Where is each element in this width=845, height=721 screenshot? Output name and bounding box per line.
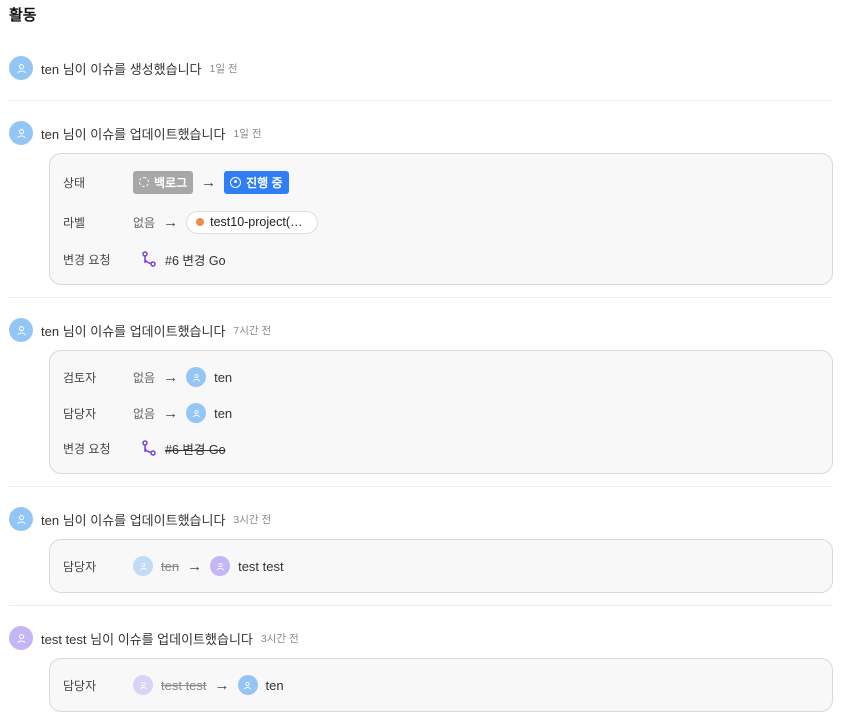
user-avatar-icon <box>210 556 231 576</box>
user-avatar-icon[interactable] <box>9 318 33 342</box>
actor-name[interactable]: ten <box>41 62 59 77</box>
user-chip[interactable]: ten <box>237 675 284 695</box>
activity-entry: ten 님이 이슈를 업데이트했습니다 3시간 전 <box>9 507 832 531</box>
divider <box>9 100 832 101</box>
status-badge-in-progress: 진행 중 <box>224 170 289 194</box>
timestamp: 3시간 전 <box>260 632 299 645</box>
change-row-merge-request: 변경 요청 #6 변경 Go <box>63 247 226 271</box>
user-chip[interactable]: ten <box>186 403 232 423</box>
user-avatar-icon <box>186 367 207 387</box>
action-text: 님이 이슈를 업데이트했습니다 <box>62 126 226 142</box>
user-avatar-icon <box>237 675 258 695</box>
divider <box>9 297 832 298</box>
timestamp: 1일 전 <box>209 62 238 75</box>
timestamp: 3시간 전 <box>233 513 272 526</box>
timestamp: 7시간 전 <box>233 324 272 337</box>
label-chip[interactable]: test10-project(oran… <box>186 210 319 234</box>
field-label: 상태 <box>63 175 86 190</box>
merge-request-icon <box>142 251 156 267</box>
old-value: 없음 <box>133 215 156 230</box>
activity-title: 활동 <box>9 7 37 24</box>
field-label: 검토자 <box>63 370 97 385</box>
arrow-icon: → <box>163 404 179 422</box>
change-card: 상태 백로그 → 진행 중 라벨 없음 → test10-project(ora… <box>49 153 833 285</box>
old-value: 없음 <box>133 370 156 385</box>
old-value: 없음 <box>133 406 156 421</box>
field-label: 담당자 <box>63 678 97 693</box>
user-avatar-icon[interactable] <box>9 121 33 145</box>
action-text: 님이 이슈를 업데이트했습니다 <box>90 631 253 647</box>
activity-entry: test test 님이 이슈를 업데이트했습니다 3시간 전 <box>9 626 832 650</box>
change-card: 검토자 없음 → ten 담당자 없음 → ten 변경 요청 #6 변경 Go <box>49 350 833 474</box>
old-user-chip[interactable]: ten <box>133 556 179 576</box>
action-text: 님이 이슈를 업데이트했습니다 <box>62 323 226 339</box>
arrow-icon: → <box>201 173 217 191</box>
divider <box>9 486 832 487</box>
change-row-label: 라벨 없음 → test10-project(oran… <box>63 210 319 234</box>
user-chip[interactable]: ten <box>186 367 232 387</box>
merge-request-icon <box>142 440 156 456</box>
merge-request-link[interactable]: #6 변경 Go <box>141 250 226 269</box>
target-circle-icon <box>230 176 242 188</box>
actor-name[interactable]: ten <box>41 324 59 339</box>
user-avatar-icon[interactable] <box>9 626 33 650</box>
arrow-icon: → <box>163 368 179 386</box>
field-label: 변경 요청 <box>63 252 111 267</box>
field-label: 담당자 <box>63 559 97 574</box>
actor-name[interactable]: ten <box>41 127 59 142</box>
user-avatar-icon <box>133 556 153 576</box>
action-text: 님이 이슈를 생성했습니다 <box>62 61 202 77</box>
user-avatar-icon[interactable] <box>9 56 33 80</box>
change-card: 담당자 ten → test test <box>49 539 833 593</box>
field-label: 변경 요청 <box>63 441 111 456</box>
user-chip[interactable]: test test <box>210 556 284 576</box>
activity-entry: ten 님이 이슈를 생성했습니다 1일 전 <box>9 56 832 80</box>
change-row-merge-request: 변경 요청 #6 변경 Go <box>63 436 226 460</box>
change-row-assignee: 담당자 ten → test test <box>63 554 284 578</box>
activity-entry: ten 님이 이슈를 업데이트했습니다 1일 전 <box>9 121 832 145</box>
change-row-status: 상태 백로그 → 진행 중 <box>63 170 289 194</box>
merge-request-link[interactable]: #6 변경 Go <box>141 439 226 458</box>
divider <box>9 605 832 606</box>
arrow-icon: → <box>214 676 230 694</box>
arrow-icon: → <box>187 557 203 575</box>
user-avatar-icon <box>186 403 207 423</box>
dashed-circle-icon <box>139 177 149 187</box>
change-row-reviewer: 검토자 없음 → ten <box>63 365 232 389</box>
actor-name[interactable]: ten <box>41 513 59 528</box>
field-label: 라벨 <box>63 215 86 230</box>
activity-entry: ten 님이 이슈를 업데이트했습니다 7시간 전 <box>9 318 832 342</box>
arrow-icon: → <box>163 213 179 231</box>
field-label: 담당자 <box>63 406 97 421</box>
actor-name[interactable]: test test <box>41 632 87 647</box>
change-row-assignee: 담당자 test test → ten <box>63 673 284 697</box>
change-card: 담당자 test test → ten <box>49 658 833 712</box>
user-avatar-icon <box>133 675 153 695</box>
old-user-chip[interactable]: test test <box>133 675 207 695</box>
action-text: 님이 이슈를 업데이트했습니다 <box>62 512 226 528</box>
user-avatar-icon[interactable] <box>9 507 33 531</box>
timestamp: 1일 전 <box>233 127 262 140</box>
label-color-dot <box>196 218 205 226</box>
status-badge-backlog: 백로그 <box>133 170 194 194</box>
change-row-assignee: 담당자 없음 → ten <box>63 401 232 425</box>
